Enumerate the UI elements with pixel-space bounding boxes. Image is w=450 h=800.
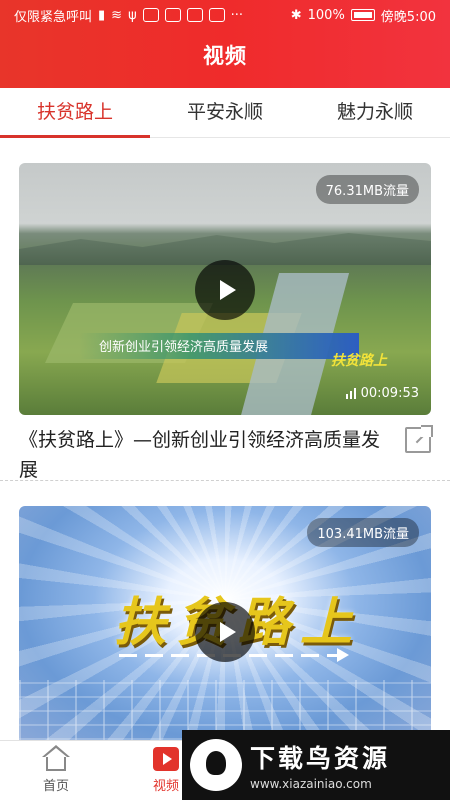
watermark-url: www.xiazainiao.com: [250, 777, 372, 791]
status-bar: 仅限紧急呼叫 ▮ ≋ ψ ··· ✱ 100% 傍晚5:00: [0, 0, 450, 30]
thumbnail-hills: [19, 233, 431, 265]
signal-bars-icon: [345, 388, 356, 399]
signal-icon: ▮: [98, 7, 106, 23]
play-button[interactable]: [195, 602, 255, 662]
bird-logo-icon: [190, 739, 242, 791]
clock-text: 傍晚5:00: [380, 9, 436, 25]
app-notification-icon: [186, 8, 203, 22]
video-icon: [153, 747, 179, 771]
nav-video-label: 视频: [152, 779, 179, 794]
tab-meili[interactable]: 魅力永顺: [300, 88, 450, 137]
data-size-badge: 76.31MB流量: [315, 175, 419, 204]
app-notification-icon: [164, 8, 181, 22]
video-title[interactable]: 《扶贫路上》—创新创业引领经济高质量发展: [19, 425, 389, 485]
carrier-text: 仅限紧急呼叫: [14, 9, 93, 25]
duration-label: 00:09:53: [345, 386, 419, 401]
video-card[interactable]: 扶贫路上 103.41MB流量: [19, 506, 431, 740]
wifi-icon: ≋: [111, 7, 123, 23]
app-notification-icon: [208, 8, 225, 22]
tab-pingan[interactable]: 平安永顺: [150, 88, 300, 137]
video-thumbnail[interactable]: 扶贫路上 103.41MB流量: [19, 506, 431, 740]
video-logo: 扶贫路上: [331, 353, 387, 369]
share-icon[interactable]: [405, 425, 433, 453]
video-thumbnail[interactable]: 创新创业引领经济高质量发展 扶贫路上 76.31MB流量 00:09:53: [19, 163, 431, 415]
video-card[interactable]: 创新创业引领经济高质量发展 扶贫路上 76.31MB流量 00:09:53 《扶…: [19, 163, 433, 485]
thumbnail-arrowhead: [337, 648, 349, 662]
app-header: 仅限紧急呼叫 ▮ ≋ ψ ··· ✱ 100% 傍晚5:00 视频: [0, 0, 450, 88]
duration-text: 00:09:53: [360, 386, 419, 401]
app-notification-icon: [142, 8, 159, 22]
watermark-banner: 下载鸟资源 www.xiazainiao.com: [182, 730, 450, 800]
data-size-badge: 103.41MB流量: [307, 518, 419, 547]
card-divider: [0, 480, 450, 481]
more-icon: ···: [230, 7, 244, 23]
nav-home[interactable]: 首页: [26, 745, 86, 794]
page-title: 视频: [203, 44, 247, 68]
bluetooth-icon: ✱: [290, 7, 302, 23]
video-caption: 创新创业引领经济高质量发展: [99, 340, 269, 355]
category-tabs: 扶贫路上 平安永顺 魅力永顺: [0, 88, 450, 138]
battery-percent: 100%: [307, 7, 345, 23]
nav-home-label: 首页: [42, 779, 69, 794]
home-icon: [42, 745, 70, 771]
tab-fupin[interactable]: 扶贫路上: [0, 88, 150, 138]
play-button[interactable]: [195, 260, 255, 320]
usb-icon: ψ: [128, 7, 137, 23]
battery-icon: [350, 9, 375, 21]
watermark-title: 下载鸟资源: [250, 744, 391, 773]
